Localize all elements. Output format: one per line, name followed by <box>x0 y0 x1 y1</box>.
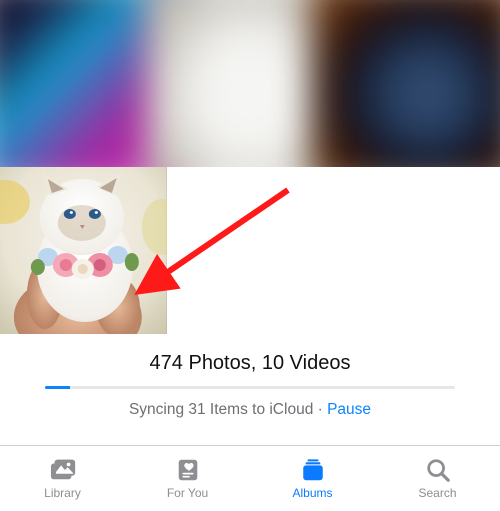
albums-icon <box>298 457 328 483</box>
sync-status-text: Syncing 31 Items to iCloud <box>129 401 313 418</box>
sync-progress-fill <box>45 386 70 389</box>
tab-for-you[interactable]: For You <box>125 446 250 511</box>
tab-label: Library <box>44 486 81 500</box>
photo-thumb[interactable] <box>312 0 500 188</box>
tab-label: Search <box>418 486 456 500</box>
sync-progress-bar <box>45 386 455 389</box>
grid-empty-cell <box>333 167 500 334</box>
photo-thumb[interactable] <box>0 167 167 334</box>
sync-status-line: Syncing 31 Items to iCloud · Pause <box>0 401 500 419</box>
album-summary: 474 Photos, 10 Videos <box>0 352 500 375</box>
grid-empty-cell <box>167 167 334 334</box>
pause-button[interactable]: Pause <box>327 401 371 418</box>
search-icon <box>423 457 453 483</box>
tab-albums[interactable]: Albums <box>250 446 375 511</box>
library-icon <box>48 457 78 483</box>
tab-bar: Library For You Albums Search <box>0 445 500 511</box>
tab-search[interactable]: Search <box>375 446 500 511</box>
tab-library[interactable]: Library <box>0 446 125 511</box>
tab-label: Albums <box>292 486 332 500</box>
photo-grid <box>0 0 500 334</box>
tab-label: For You <box>167 486 208 500</box>
for-you-icon <box>173 457 203 483</box>
